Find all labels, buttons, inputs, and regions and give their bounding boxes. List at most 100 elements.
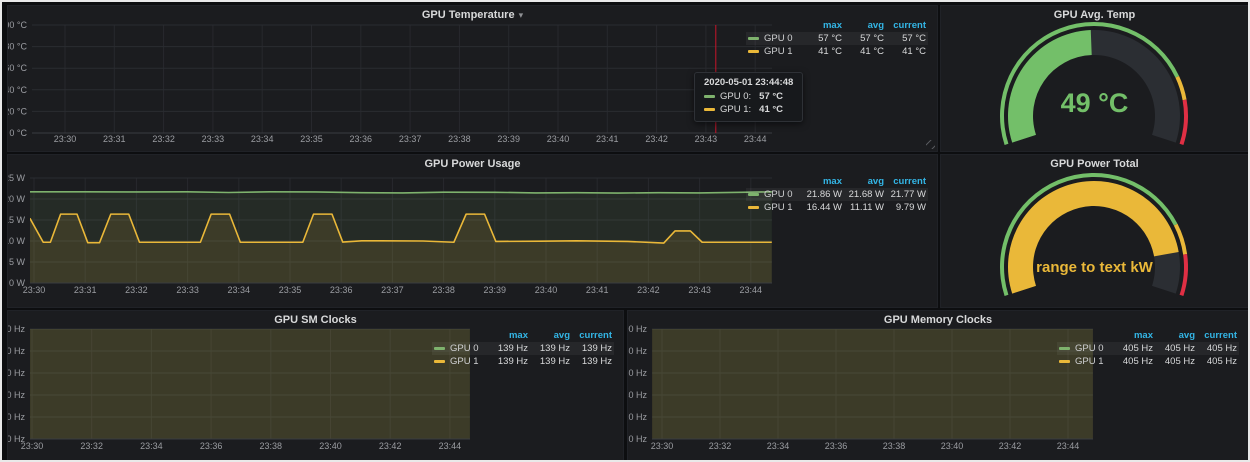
gauge-value-text: 49 °C <box>941 88 1248 119</box>
legend-series-gpu1[interactable]: GPU 1 <box>434 356 486 367</box>
legend-value: 21.86 W <box>800 189 842 200</box>
svg-text:80 Hz: 80 Hz <box>628 346 647 356</box>
svg-text:23:43: 23:43 <box>695 134 718 144</box>
svg-text:23:35: 23:35 <box>279 285 302 295</box>
legend-series-gpu1[interactable]: GPU 1 <box>748 202 800 213</box>
svg-text:23:30: 23:30 <box>23 285 46 295</box>
svg-text:23:30: 23:30 <box>54 134 77 144</box>
svg-text:23:42: 23:42 <box>637 285 660 295</box>
legend-series-gpu0[interactable]: GPU 0 <box>748 189 800 200</box>
series-swatch-green <box>704 95 715 98</box>
legend-col-current[interactable]: current <box>884 176 926 187</box>
panel-title-gpu-power-total[interactable]: GPU Power Total <box>941 155 1248 172</box>
svg-text:23:41: 23:41 <box>586 285 609 295</box>
svg-text:23:36: 23:36 <box>330 285 353 295</box>
series-swatch-yellow <box>748 50 759 53</box>
svg-text:20 Hz: 20 Hz <box>8 412 25 422</box>
legend-series-gpu0[interactable]: GPU 0 <box>434 343 486 354</box>
svg-text:23:32: 23:32 <box>125 285 148 295</box>
legend-value: 139 Hz <box>486 356 528 367</box>
legend-col-max[interactable]: max <box>1111 330 1153 341</box>
svg-text:23:33: 23:33 <box>202 134 225 144</box>
panel-title-gpu-sm-clocks[interactable]: GPU SM Clocks <box>8 311 623 328</box>
legend-header-row: max avg current <box>432 329 614 342</box>
svg-text:80 Hz: 80 Hz <box>8 346 25 356</box>
svg-text:23:44: 23:44 <box>740 285 763 295</box>
panel-gpu-sm-clocks: GPU SM Clocks 100 Hz80 Hz60 Hz40 Hz20 Hz… <box>8 311 623 460</box>
legend-value: 41 °C <box>800 46 842 57</box>
panel-resize-handle[interactable] <box>926 140 935 149</box>
svg-text:23:34: 23:34 <box>251 134 274 144</box>
legend-series-gpu1[interactable]: GPU 1 <box>748 46 800 57</box>
legend-value: 57 °C <box>842 33 884 44</box>
series-swatch-yellow <box>1059 360 1070 363</box>
legend-value: 405 Hz <box>1111 356 1153 367</box>
legend-value: 57 °C <box>884 33 926 44</box>
avg-temp-gauge <box>941 6 1248 151</box>
panel-gpu-power-usage: GPU Power Usage 25 W20 W15 W10 W5 W0 W23… <box>8 155 937 307</box>
panel-gpu-avg-temp: GPU Avg. Temp 49 °C <box>941 6 1248 151</box>
legend-value: 139 Hz <box>528 343 570 354</box>
legend-row-gpu0: GPU 0 57 °C 57 °C 57 °C <box>746 32 928 45</box>
tooltip-row-gpu1: GPU 1:41 °C <box>704 103 793 116</box>
svg-text:20 W: 20 W <box>8 194 25 204</box>
svg-text:23:31: 23:31 <box>103 134 126 144</box>
legend-series-gpu0[interactable]: GPU 0 <box>748 33 800 44</box>
legend-value: 9.79 W <box>884 202 926 213</box>
panel-title-gpu-temperature[interactable]: GPU Temperature▾ <box>8 6 937 23</box>
svg-text:23:36: 23:36 <box>200 441 223 451</box>
panel-gpu-power-total: GPU Power Total range to text kW <box>941 155 1248 307</box>
legend-series-gpu0[interactable]: GPU 0 <box>1059 343 1111 354</box>
legend-value: 405 Hz <box>1153 356 1195 367</box>
svg-text:60 Hz: 60 Hz <box>8 368 25 378</box>
legend-value: 139 Hz <box>570 343 612 354</box>
series-swatch-green <box>1059 347 1070 350</box>
svg-text:23:40: 23:40 <box>535 285 558 295</box>
svg-text:23:37: 23:37 <box>381 285 404 295</box>
panel-title-gpu-avg-temp[interactable]: GPU Avg. Temp <box>941 6 1248 23</box>
legend-value: 405 Hz <box>1153 343 1195 354</box>
legend-gpu-sm-clocks: max avg current GPU 0 139 Hz 139 Hz 139 … <box>432 329 614 368</box>
legend-header-row: max avg current <box>746 175 928 188</box>
legend-row-gpu0: GPU 0 21.86 W 21.68 W 21.77 W <box>746 188 928 201</box>
panel-title-gpu-memory-clocks[interactable]: GPU Memory Clocks <box>628 311 1248 328</box>
svg-text:23:38: 23:38 <box>432 285 455 295</box>
svg-text:23:40: 23:40 <box>319 441 342 451</box>
legend-row-gpu1: GPU 1 405 Hz 405 Hz 405 Hz <box>1057 355 1239 368</box>
legend-row-gpu1: GPU 1 41 °C 41 °C 41 °C <box>746 45 928 58</box>
svg-text:23:40: 23:40 <box>941 441 964 451</box>
legend-value: 139 Hz <box>528 356 570 367</box>
svg-text:10 W: 10 W <box>8 236 25 246</box>
panel-title-gpu-power-usage[interactable]: GPU Power Usage <box>8 155 937 172</box>
svg-text:60 Hz: 60 Hz <box>628 368 647 378</box>
legend-col-max[interactable]: max <box>486 330 528 341</box>
legend-gpu-memory-clocks: max avg current GPU 0 405 Hz 405 Hz 405 … <box>1057 329 1239 368</box>
legend-col-avg[interactable]: avg <box>528 330 570 341</box>
legend-col-avg[interactable]: avg <box>1153 330 1195 341</box>
tooltip-timestamp: 2020-05-01 23:44:48 <box>704 77 793 88</box>
svg-text:23:39: 23:39 <box>497 134 520 144</box>
panel-gpu-temperature: GPU Temperature▾ 100 °C80 °C60 °C40 °C20… <box>8 6 937 151</box>
legend-value: 405 Hz <box>1111 343 1153 354</box>
legend-col-max[interactable]: max <box>800 176 842 187</box>
svg-text:23:34: 23:34 <box>140 441 163 451</box>
svg-text:23:44: 23:44 <box>439 441 462 451</box>
gauge-value-text: range to text kW <box>941 259 1248 276</box>
legend-col-current[interactable]: current <box>1195 330 1237 341</box>
svg-text:23:42: 23:42 <box>645 134 668 144</box>
legend-value: 57 °C <box>800 33 842 44</box>
legend-value: 16.44 W <box>800 202 842 213</box>
legend-series-gpu1[interactable]: GPU 1 <box>1059 356 1111 367</box>
svg-text:23:38: 23:38 <box>448 134 471 144</box>
svg-text:0 Hz: 0 Hz <box>628 434 647 444</box>
legend-col-current[interactable]: current <box>570 330 612 341</box>
svg-text:23:44: 23:44 <box>1057 441 1080 451</box>
series-swatch-green <box>748 193 759 196</box>
svg-text:23:44: 23:44 <box>744 134 767 144</box>
svg-text:60 °C: 60 °C <box>8 63 27 73</box>
legend-header-row: max avg current <box>1057 329 1239 342</box>
legend-col-avg[interactable]: avg <box>842 176 884 187</box>
svg-text:23:32: 23:32 <box>80 441 103 451</box>
legend-value: 11.11 W <box>842 202 884 213</box>
legend-value: 139 Hz <box>486 343 528 354</box>
